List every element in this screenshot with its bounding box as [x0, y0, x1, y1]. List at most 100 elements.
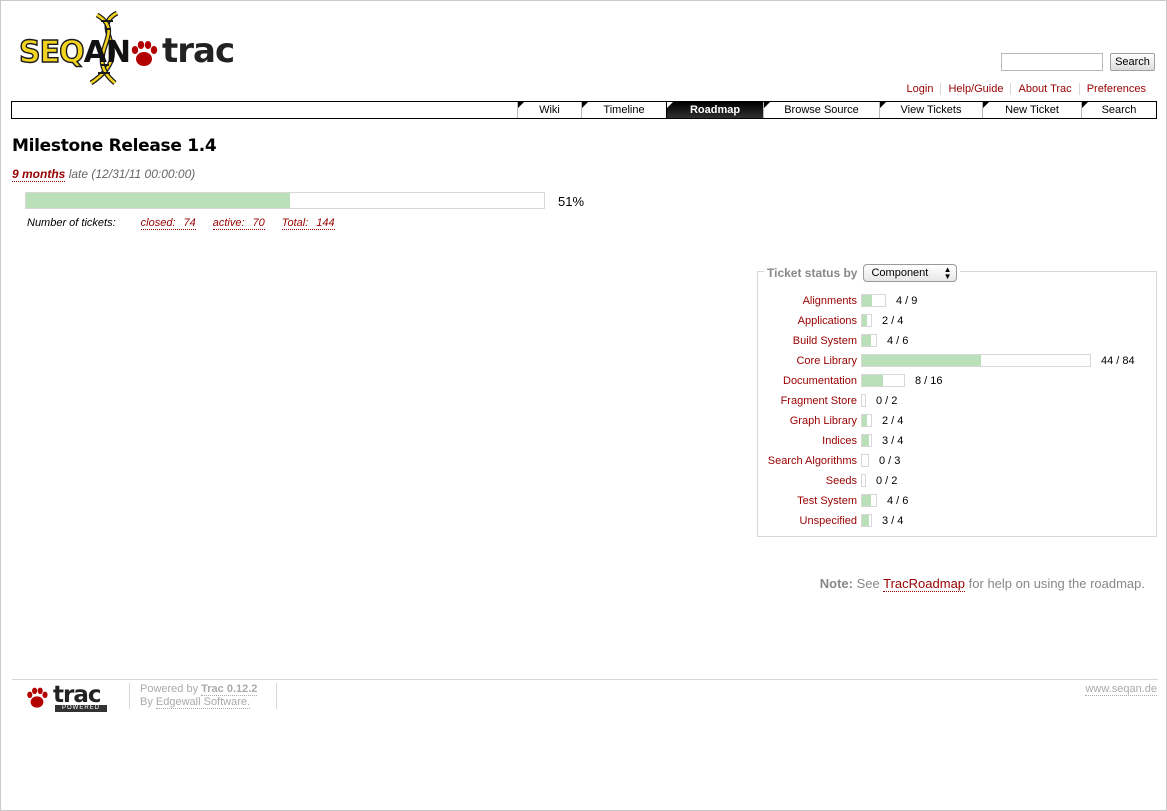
component-link-search-algorithms[interactable]: Search Algorithms	[757, 455, 857, 467]
tab-view-tickets[interactable]: View Tickets	[879, 102, 982, 118]
preferences-link[interactable]: Preferences	[1078, 83, 1150, 95]
milestone-progress-closed[interactable]	[26, 193, 291, 208]
trac-roadmap-link[interactable]: TracRoadmap	[883, 576, 966, 592]
component-progress-closed[interactable]	[862, 495, 872, 506]
component-link-seeds[interactable]: Seeds	[757, 475, 857, 487]
component-link-core-library[interactable]: Core Library	[757, 355, 857, 367]
tab-search[interactable]: Search	[1081, 102, 1156, 118]
trac-wordmark: trac	[162, 31, 235, 71]
paw-icon	[27, 687, 48, 708]
page-title: Milestone Release 1.4	[12, 136, 217, 156]
status-row-indices: Indices 3 / 4	[757, 433, 1157, 449]
component-ticket-count: 0 / 3	[879, 455, 901, 467]
component-link-fragment-store[interactable]: Fragment Store	[757, 395, 857, 407]
edgewall-link[interactable]: Edgewall Software.	[155, 696, 251, 709]
component-ticket-count: 0 / 2	[876, 475, 898, 487]
seqan-trac-logo[interactable]: SEQAN trac	[17, 11, 235, 85]
component-ticket-count: 8 / 16	[915, 375, 943, 387]
status-row-applications: Applications 2 / 4	[757, 313, 1157, 329]
component-progress-closed[interactable]	[862, 315, 867, 326]
component-progress-closed[interactable]	[862, 435, 869, 446]
powered-by-text: Powered by Trac 0.12.2 By Edgewall Softw…	[140, 683, 258, 709]
component-progress-closed[interactable]	[862, 375, 883, 386]
component-progress-bar[interactable]	[861, 394, 866, 407]
total-tickets-link[interactable]: Total: 144	[281, 217, 335, 230]
component-progress-closed[interactable]	[862, 355, 982, 366]
status-row-search-algorithms: Search Algorithms 0 / 3	[757, 453, 1157, 469]
component-progress-bar[interactable]	[861, 434, 872, 447]
component-ticket-count: 0 / 2	[876, 395, 898, 407]
footer-separator	[276, 683, 277, 709]
component-link-alignments[interactable]: Alignments	[757, 295, 857, 307]
component-link-build-system[interactable]: Build System	[757, 335, 857, 347]
status-row-fragment-store: Fragment Store 0 / 2	[757, 393, 1157, 409]
component-ticket-count: 3 / 4	[882, 515, 904, 527]
component-progress-bar[interactable]	[861, 494, 877, 507]
component-ticket-count: 44 / 84	[1101, 355, 1135, 367]
due-date-text: (12/31/11 00:00:00)	[91, 167, 196, 181]
status-row-documentation: Documentation 8 / 16	[757, 373, 1157, 389]
tab-new-ticket[interactable]: New Ticket	[982, 102, 1081, 118]
component-progress-bar[interactable]	[861, 514, 872, 527]
milestone-due-date: 9 months late (12/31/11 00:00:00)	[12, 167, 196, 182]
roadmap-note: Note: See TracRoadmap for help on using …	[819, 576, 1145, 592]
select-arrows-icon: ▲ ▼	[943, 265, 952, 281]
component-progress-bar[interactable]	[861, 374, 905, 387]
ticket-status-legend: Ticket status by Component ▲ ▼	[764, 264, 961, 282]
tab-timeline[interactable]: Timeline	[581, 102, 666, 118]
closed-tickets-link[interactable]: closed: 74	[140, 217, 196, 230]
late-word: late	[68, 167, 89, 181]
component-ticket-count: 3 / 4	[882, 435, 904, 447]
footer-divider	[12, 679, 1158, 680]
seqan-site-link[interactable]: www.seqan.de	[1085, 683, 1157, 696]
milestone-progress-bar[interactable]	[25, 192, 545, 209]
about-trac-link[interactable]: About Trac	[1010, 83, 1078, 95]
component-ticket-count: 4 / 6	[887, 495, 909, 507]
component-progress-bar[interactable]	[861, 414, 872, 427]
component-link-unspecified[interactable]: Unspecified	[757, 515, 857, 527]
component-progress-bar[interactable]	[861, 334, 877, 347]
component-progress-closed[interactable]	[862, 515, 869, 526]
search-input[interactable]	[1001, 53, 1103, 71]
trac-version-link[interactable]: Trac 0.12.2	[201, 683, 258, 696]
component-progress-bar[interactable]	[861, 294, 886, 307]
component-progress-closed[interactable]	[862, 415, 867, 426]
progress-percent: 51%	[558, 194, 585, 209]
component-progress-bar[interactable]	[861, 314, 872, 327]
status-row-graph-library: Graph Library 2 / 4	[757, 413, 1157, 429]
component-link-indices[interactable]: Indices	[757, 435, 857, 447]
meta-nav: Login Help/Guide About Trac Preferences	[900, 83, 1150, 95]
tab-roadmap[interactable]: Roadmap	[666, 102, 763, 118]
main-nav: Wiki Timeline Roadmap Browse Source View…	[11, 101, 1157, 119]
tab-wiki[interactable]: Wiki	[517, 102, 581, 118]
component-ticket-count: 4 / 6	[887, 335, 909, 347]
late-duration-link[interactable]: 9 months	[12, 167, 66, 182]
active-tickets-link[interactable]: active: 70	[212, 217, 265, 230]
trac-powered-logo[interactable]: trac POWERED	[25, 682, 111, 714]
component-ticket-count: 4 / 9	[896, 295, 918, 307]
component-ticket-count: 2 / 4	[882, 415, 904, 427]
status-row-seeds: Seeds 0 / 2	[757, 473, 1157, 489]
search-button[interactable]: Search	[1110, 53, 1155, 71]
component-link-documentation[interactable]: Documentation	[757, 375, 857, 387]
tab-browse-source[interactable]: Browse Source	[763, 102, 879, 118]
help-guide-link[interactable]: Help/Guide	[940, 83, 1010, 95]
component-link-test-system[interactable]: Test System	[757, 495, 857, 507]
component-progress-bar[interactable]	[861, 474, 866, 487]
login-link[interactable]: Login	[900, 83, 941, 95]
component-progress-bar[interactable]	[861, 454, 869, 467]
status-row-unspecified: Unspecified 3 / 4	[757, 513, 1157, 529]
component-progress-bar[interactable]	[861, 354, 1091, 367]
status-row-alignments: Alignments 4 / 9	[757, 293, 1157, 309]
component-progress-closed[interactable]	[862, 335, 872, 346]
seqan-wordmark: SEQAN	[18, 34, 131, 70]
status-row-test-system: Test System 4 / 6	[757, 493, 1157, 509]
component-ticket-count: 2 / 4	[882, 315, 904, 327]
component-progress-closed[interactable]	[862, 295, 873, 306]
group-by-select[interactable]: Component ▲ ▼	[863, 264, 958, 282]
tickets-label: Number of tickets:	[27, 217, 116, 229]
component-link-graph-library[interactable]: Graph Library	[757, 415, 857, 427]
component-link-applications[interactable]: Applications	[757, 315, 857, 327]
status-row-core-library: Core Library 44 / 84	[757, 353, 1157, 369]
status-row-build-system: Build System 4 / 6	[757, 333, 1157, 349]
